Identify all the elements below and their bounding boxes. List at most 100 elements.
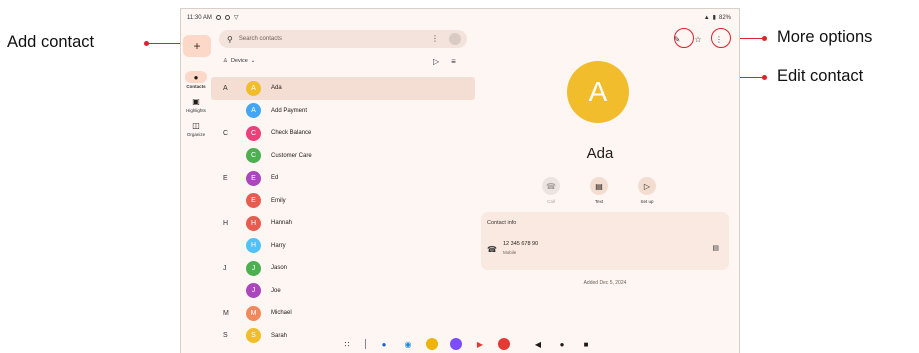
annotation-edit-contact: Edit contact: [777, 67, 864, 85]
rail-item-label: Organize: [186, 132, 206, 137]
rail-item-label: Contacts: [186, 84, 206, 89]
account-avatar[interactable]: [449, 33, 461, 45]
contact-row-name: Jason: [271, 265, 288, 272]
contact-initial-avatar: H: [246, 215, 261, 231]
text-button[interactable]: ▤ Text: [583, 177, 615, 204]
person-icon: ●: [185, 71, 207, 83]
contact-initial-avatar: J: [246, 260, 261, 276]
section-letter: M: [223, 309, 229, 317]
contact-row-name: Emily: [271, 197, 286, 204]
contacts-app-icon[interactable]: ●: [378, 338, 390, 350]
contact-row-name: Ed: [271, 175, 279, 182]
video-setup-button[interactable]: ▷ Set up: [631, 177, 663, 204]
filter-icon[interactable]: ≡: [451, 57, 456, 66]
phone-icon: ☎: [487, 245, 497, 254]
contact-info-card: Contact info ☎ 12 345 678 90 Mobile ▤: [481, 212, 729, 270]
contact-row[interactable]: M M Michael: [211, 302, 475, 325]
contact-row-name: Harry: [271, 242, 286, 249]
annotation-more-options: More options: [777, 28, 873, 46]
youtube-app-icon[interactable]: ▶: [474, 338, 486, 350]
battery-level: 82%: [718, 14, 731, 21]
message-icon: ▤: [590, 177, 608, 195]
list-tools: ▷ ≡: [433, 57, 456, 66]
contact-row-name: Joe: [271, 287, 281, 294]
section-letter: A: [223, 84, 228, 92]
contact-initial-avatar: C: [246, 125, 261, 141]
shield-icon: [224, 15, 230, 20]
search-input[interactable]: Search contacts: [239, 36, 282, 42]
section-letter: H: [223, 219, 229, 227]
contact-row-name: Sarah: [271, 332, 288, 339]
edit-contact-highlight-ring: [674, 28, 694, 48]
section-letter: E: [223, 174, 228, 182]
rail-item-label: Highlights: [186, 108, 206, 113]
more-options-highlight-ring: [711, 28, 731, 48]
home-icon[interactable]: ●: [556, 338, 568, 350]
music-app-icon[interactable]: [498, 338, 510, 350]
contact-row[interactable]: H H Hannah: [211, 212, 475, 235]
account-icon: ♙: [223, 58, 228, 64]
contact-initial-avatar: H: [246, 238, 261, 254]
signal-icon: ▲: [703, 14, 710, 21]
annotation-add-contact: Add contact: [7, 33, 95, 51]
contact-list: A A Ada A Add Payment C C Check Balance C Custome…: [211, 77, 475, 347]
search-bar[interactable]: ⚲ Search contacts ⋮: [219, 30, 467, 48]
contact-row[interactable]: C C Check Balance: [211, 122, 475, 145]
contact-row[interactable]: A A Ada: [211, 77, 475, 100]
contact-name: Ada: [586, 145, 614, 162]
account-filter-label: Device: [230, 58, 248, 64]
setup-label: Set up: [640, 199, 654, 204]
contact-initial-avatar: A: [246, 80, 261, 96]
contact-row-name: Hannah: [271, 220, 293, 227]
contact-info-header: Contact info: [487, 220, 517, 226]
rail-item-contacts[interactable]: ● Contacts: [181, 71, 211, 89]
contact-initial-avatar: S: [246, 328, 261, 344]
contact-initial-avatar: E: [246, 170, 261, 186]
wifi-icon: ▽: [233, 15, 239, 21]
contact-row[interactable]: H Harry: [211, 235, 475, 258]
contact-row-name: Ada: [271, 85, 282, 92]
account-filter[interactable]: ♙ Device ⌄: [223, 58, 255, 64]
camera-app-icon[interactable]: [450, 338, 462, 350]
contact-row-name: Add Payment: [271, 107, 308, 114]
video-icon: ▷: [638, 177, 656, 195]
status-bar: 11:30 AM ▽ ▲ ▮ 82%: [181, 9, 739, 25]
back-icon[interactable]: ◀: [532, 338, 544, 350]
contact-row[interactable]: C Customer Care: [211, 145, 475, 168]
section-letter: J: [223, 264, 227, 272]
contact-row[interactable]: J J Jason: [211, 257, 475, 280]
contact-actions: ☎ Call ▤ Text ▷ Set up: [535, 177, 663, 204]
messages-app-icon[interactable]: ◉: [402, 338, 414, 350]
recents-icon[interactable]: ■: [580, 338, 592, 350]
taskbar: ∷ ● ◉ ▶ ◀ ● ■: [341, 338, 592, 350]
label-icon[interactable]: ▷: [433, 57, 439, 66]
phone-number[interactable]: 12 345 678 90: [503, 241, 538, 247]
taskbar-divider: [365, 339, 366, 349]
contact-row[interactable]: E Emily: [211, 190, 475, 213]
app-drawer-icon[interactable]: ∷: [341, 338, 353, 350]
section-letter: C: [223, 129, 229, 137]
highlights-icon: ▣: [192, 96, 200, 106]
contact-initial-avatar: E: [246, 193, 261, 209]
more-vert-icon[interactable]: ⋮: [431, 34, 439, 43]
add-contact-button[interactable]: +: [183, 35, 211, 57]
contact-row[interactable]: A Add Payment: [211, 100, 475, 123]
rail-item-organize[interactable]: ◫ Organize: [181, 119, 211, 138]
organize-icon: ◫: [192, 120, 200, 130]
message-icon[interactable]: ▤: [712, 244, 719, 252]
contact-row[interactable]: J Joe: [211, 280, 475, 303]
phone-type: Mobile: [503, 250, 517, 255]
contact-row-name: Michael: [271, 310, 292, 317]
added-date: Added Dec 5, 2024: [583, 280, 627, 286]
rail-item-highlights[interactable]: ▣ Highlights: [181, 95, 211, 114]
text-label: Text: [594, 199, 604, 204]
contact-initial-avatar: C: [246, 148, 261, 164]
phone-icon: ☎: [542, 177, 560, 195]
tablet-screen: 11:30 AM ▽ ▲ ▮ 82% + ● Contacts ▣ Highli…: [180, 8, 740, 353]
contact-initial-avatar: A: [246, 103, 261, 119]
navigation-rail: ● Contacts ▣ Highlights ◫ Organize: [181, 71, 211, 143]
chrome-app-icon[interactable]: [426, 338, 438, 350]
chevron-down-icon: ⌄: [250, 58, 256, 64]
call-button[interactable]: ☎ Call: [535, 177, 567, 204]
contact-row[interactable]: E E Ed: [211, 167, 475, 190]
